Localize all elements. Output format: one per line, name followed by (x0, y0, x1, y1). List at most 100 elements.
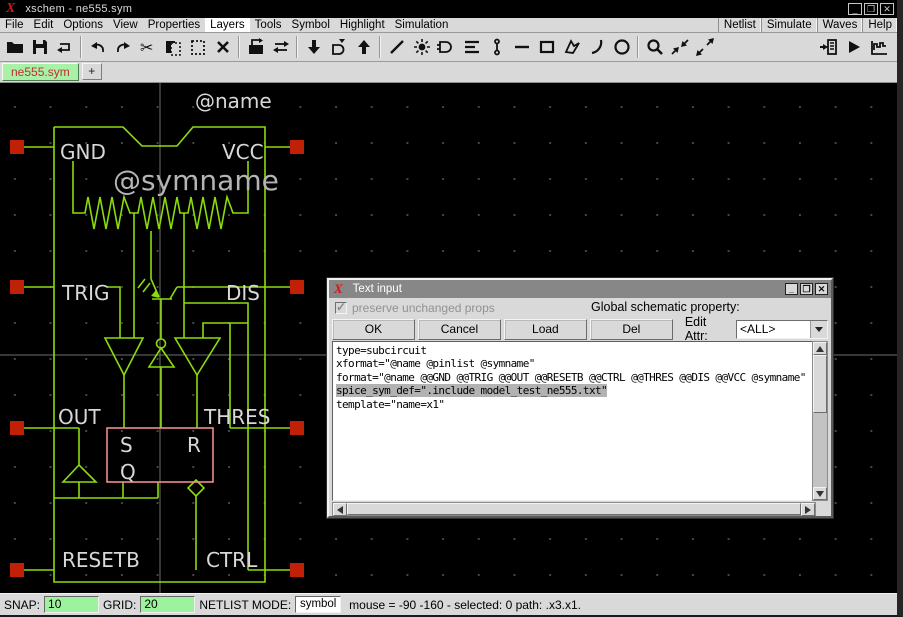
new-tab-button[interactable]: + (82, 63, 102, 80)
window-controls: _❒✕ (848, 3, 894, 15)
horizontal-scrollbar[interactable] (332, 502, 816, 516)
menu-properties[interactable]: Properties (143, 18, 205, 32)
menu-layers[interactable]: Layers (205, 18, 250, 32)
zoom-box-icon[interactable] (642, 34, 667, 60)
property-line: type=subcircuit (336, 344, 815, 357)
toggle-light-icon[interactable] (409, 34, 434, 60)
descend-schematic-icon[interactable] (301, 34, 326, 60)
del-button[interactable]: Del (590, 319, 673, 340)
comparator-left (105, 338, 143, 375)
property-line: template="name=x1" (336, 398, 815, 411)
scroll-down-icon[interactable] (813, 487, 827, 500)
minimize-button[interactable]: _ (848, 3, 862, 15)
save-icon[interactable] (27, 34, 52, 60)
menu-highlight[interactable]: Highlight (335, 18, 390, 32)
load-button[interactable]: Load (504, 319, 587, 340)
close-button[interactable]: ✕ (880, 3, 894, 15)
xschem-logo-icon: X (334, 281, 343, 297)
waves-icon[interactable] (866, 34, 891, 60)
menu-file[interactable]: File (0, 18, 29, 32)
toolbar-separator (296, 36, 298, 58)
snap-input[interactable]: 10 (44, 596, 99, 613)
status-bar: SNAP: 10 GRID: 20 NETLIST MODE: symbol m… (0, 593, 897, 615)
pin-resetb (10, 563, 24, 577)
scroll-left-icon[interactable] (333, 503, 347, 516)
ok-button[interactable]: OK (332, 319, 415, 340)
cancel-button[interactable]: Cancel (418, 319, 501, 340)
simulate-icon[interactable] (841, 34, 866, 60)
minimize-button[interactable]: _ (785, 283, 798, 295)
menu-symbol[interactable]: Symbol (287, 18, 335, 32)
cut-icon[interactable]: ✂ (135, 34, 160, 60)
edit-attr-dropdown[interactable]: <ALL> (736, 320, 828, 339)
label-resetb: RESETB (62, 548, 140, 572)
preserve-props-checkbox[interactable] (335, 302, 347, 314)
label-vcc: VCC (222, 140, 264, 164)
property-line: format="@name @@GND @@TRIG @@OUT @@RESET… (336, 371, 815, 384)
menu-netlist[interactable]: Netlist (718, 18, 761, 32)
copy-icon[interactable] (160, 34, 185, 60)
maximize-button[interactable]: ❒ (864, 3, 878, 15)
go-back-icon[interactable] (351, 34, 376, 60)
exchange-icon[interactable] (268, 34, 293, 60)
schematic-canvas[interactable]: @name GND VCC @symname TRIG DIS OUT THRE… (0, 83, 897, 593)
grid-label: GRID: (103, 598, 136, 612)
xschem-window: X xschem - ne555.sym _❒✕ FileEditOptions… (0, 0, 903, 617)
zoom-in-icon[interactable] (667, 34, 692, 60)
menu-edit[interactable]: Edit (29, 18, 59, 32)
paste-icon[interactable] (185, 34, 210, 60)
maximize-button[interactable]: ❒ (800, 283, 813, 295)
label-symname: @symname (113, 164, 279, 197)
make-symbol-icon[interactable] (434, 34, 459, 60)
tab-ne555-sym[interactable]: ne555.sym (2, 63, 79, 81)
label-r: R (187, 433, 201, 457)
draw-rect-icon[interactable] (534, 34, 559, 60)
dropdown-arrow-icon[interactable] (810, 321, 827, 338)
label-out: OUT (58, 405, 101, 429)
tab-bar: ne555.sym + (0, 62, 897, 83)
zoom-out-icon[interactable] (692, 34, 717, 60)
scroll-up-icon[interactable] (813, 342, 827, 355)
vertical-scroll-thumb[interactable] (813, 355, 827, 413)
draw-circle-icon[interactable] (609, 34, 634, 60)
undo-icon[interactable] (85, 34, 110, 60)
pin-vcc (290, 140, 304, 154)
close-button[interactable]: ✕ (815, 283, 828, 295)
draw-arc-icon[interactable] (584, 34, 609, 60)
dialog-title-bar[interactable]: X Text input _❒✕ (329, 280, 831, 298)
netlist-mode-value[interactable]: symbol (295, 596, 341, 613)
menu-bar: FileEditOptionsViewPropertiesLayersTools… (0, 18, 897, 33)
snap-label: SNAP: (4, 598, 40, 612)
dialog-title: Text input (353, 283, 402, 295)
menu-tools[interactable]: Tools (250, 18, 287, 32)
menu-simulation[interactable]: Simulation (390, 18, 454, 32)
label-trig: TRIG (61, 281, 110, 305)
delete-icon[interactable] (210, 34, 235, 60)
place-instance-icon[interactable] (243, 34, 268, 60)
menu-help[interactable]: Help (862, 18, 897, 32)
scroll-right-icon[interactable] (801, 503, 815, 516)
horizontal-scroll-thumb[interactable] (347, 503, 801, 515)
menu-options[interactable]: Options (58, 18, 108, 32)
redo-icon[interactable] (110, 34, 135, 60)
place-text-icon[interactable] (459, 34, 484, 60)
wire-label-icon[interactable] (484, 34, 509, 60)
label-name: @name (195, 89, 272, 113)
xschem-logo-icon: X (6, 2, 15, 16)
menu-waves[interactable]: Waves (817, 18, 863, 32)
label-gnd: GND (60, 140, 106, 164)
menu-simulate[interactable]: Simulate (761, 18, 817, 32)
descend-symbol-icon[interactable] (326, 34, 351, 60)
draw-wire-icon[interactable] (384, 34, 409, 60)
netlist-icon[interactable] (816, 34, 841, 60)
pin-out (10, 421, 24, 435)
open-file-icon[interactable] (2, 34, 27, 60)
reload-icon[interactable] (52, 34, 77, 60)
menu-view[interactable]: View (108, 18, 143, 32)
vertical-scrollbar[interactable] (812, 341, 828, 501)
draw-polygon-icon[interactable] (559, 34, 584, 60)
window-title: xschem - ne555.sym (25, 3, 132, 15)
grid-input[interactable]: 20 (140, 596, 195, 613)
draw-line-icon[interactable] (509, 34, 534, 60)
property-textarea[interactable]: type=subcircuitxformat="@name @pinlist @… (332, 341, 816, 501)
